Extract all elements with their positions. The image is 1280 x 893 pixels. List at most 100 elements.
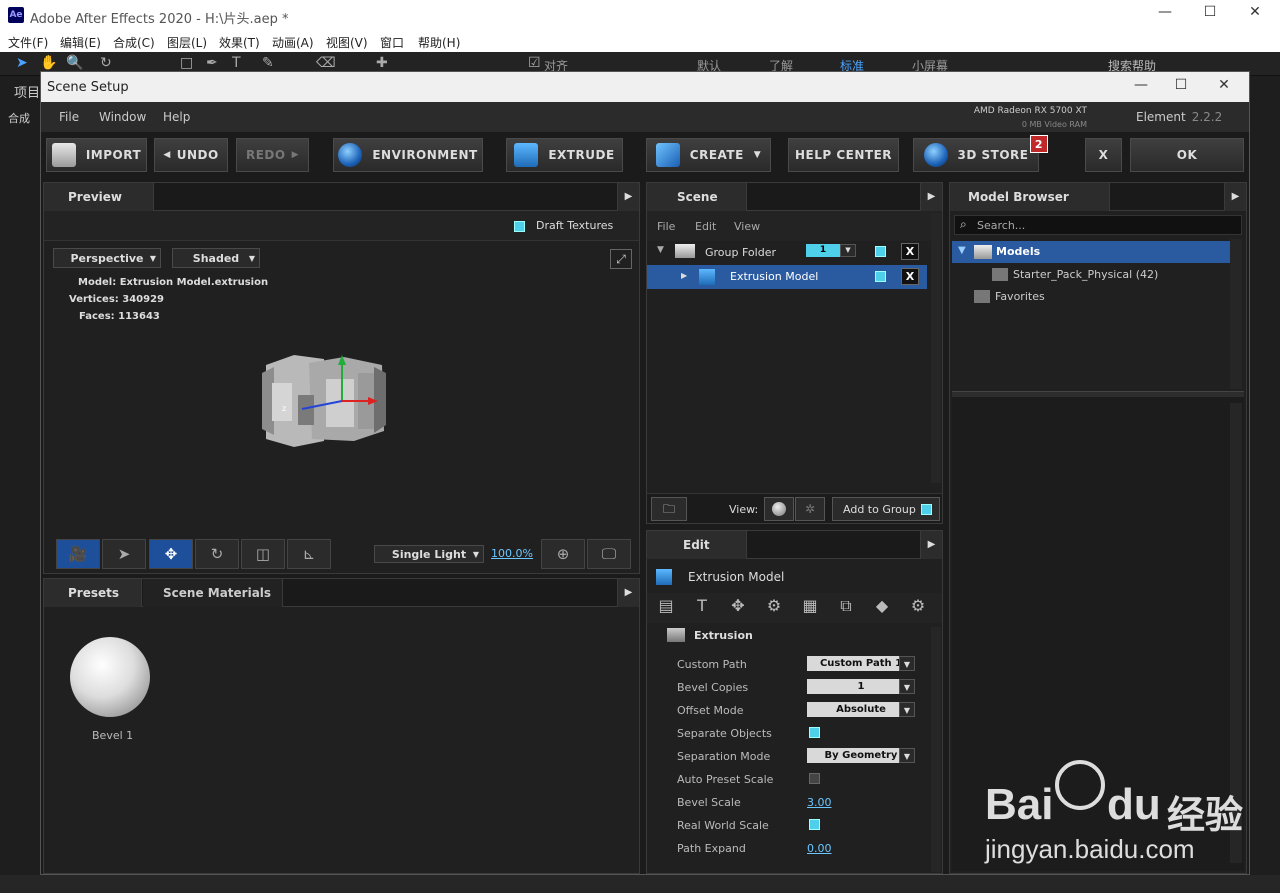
- redo-button[interactable]: REDO ▶: [236, 138, 309, 172]
- help-center-button[interactable]: HELP CENTER: [788, 138, 899, 172]
- dialog-menu-help[interactable]: Help: [163, 110, 190, 124]
- scene-panel-menu-icon[interactable]: ▶: [920, 183, 942, 211]
- model-search-input[interactable]: Search...: [977, 219, 1025, 232]
- camera-tool-icon[interactable]: 🎥: [56, 539, 100, 569]
- real-world-scale-checkbox[interactable]: [809, 819, 820, 830]
- zoom-value[interactable]: 100.0%: [491, 547, 533, 560]
- cancel-button[interactable]: X: [1085, 138, 1122, 172]
- ae-menu-effect[interactable]: 效果(T): [219, 34, 260, 51]
- tab-scene[interactable]: Scene: [647, 183, 747, 211]
- new-folder-icon[interactable]: 🗀: [651, 497, 687, 521]
- auto-preset-scale-checkbox[interactable]: [809, 773, 820, 784]
- group-delete-button[interactable]: X: [901, 243, 919, 260]
- screen-icon[interactable]: 🖵: [587, 539, 631, 569]
- expand-arrow-icon[interactable]: ▶: [681, 271, 687, 280]
- tab-scene-materials[interactable]: Scene Materials: [143, 579, 283, 607]
- rotate-tool-icon[interactable]: ↻: [195, 539, 239, 569]
- extrusion-section-header[interactable]: Extrusion: [647, 623, 927, 649]
- create-button[interactable]: CREATE ▼: [646, 138, 771, 172]
- selection-tool-icon[interactable]: ➤: [16, 55, 28, 71]
- light-mode-select[interactable]: Single Light ▼: [374, 545, 484, 563]
- pen-tool-icon[interactable]: ✒: [206, 55, 218, 71]
- dialog-menu-window[interactable]: Window: [99, 110, 146, 124]
- undo-button[interactable]: ◀ UNDO: [154, 138, 228, 172]
- scene-menu-edit[interactable]: Edit: [695, 220, 716, 233]
- close-icon[interactable]: ✕: [1240, 4, 1270, 20]
- edit-scrollbar[interactable]: [931, 627, 941, 872]
- chevron-down-icon[interactable]: ▼: [899, 702, 915, 717]
- target-icon[interactable]: ⊕: [541, 539, 585, 569]
- model-visible-checkbox[interactable]: [875, 271, 886, 282]
- snap-checkbox-icon[interactable]: ☑: [528, 55, 541, 71]
- rectangle-tool-icon[interactable]: □: [180, 55, 193, 71]
- collapse-arrow-icon[interactable]: ▼: [657, 245, 664, 255]
- settings-category-icon[interactable]: ⚙: [907, 595, 929, 617]
- scene-row-group-folder[interactable]: ▼ Group Folder 1 ▼ X: [647, 241, 927, 264]
- collapse-arrow-icon[interactable]: ▼: [958, 245, 966, 256]
- maximize-view-icon[interactable]: ⤢: [610, 249, 632, 269]
- model-delete-button[interactable]: X: [901, 268, 919, 285]
- ae-menu-view[interactable]: 视图(V): [326, 34, 368, 51]
- add-to-group-button[interactable]: Add to Group: [832, 497, 940, 521]
- rotate-tool-icon[interactable]: ↻: [100, 55, 112, 71]
- minimize-icon[interactable]: —: [1150, 4, 1180, 20]
- extrusion-category-icon[interactable]: ▤: [655, 595, 677, 617]
- tree-item-favorites[interactable]: Favorites: [972, 287, 1212, 307]
- 3d-model-viewport[interactable]: z: [254, 343, 394, 463]
- extrude-button[interactable]: EXTRUDE: [506, 138, 623, 172]
- edit-panel-menu-icon[interactable]: ▶: [920, 531, 942, 559]
- shading-select[interactable]: Shaded ▼: [172, 248, 260, 268]
- eraser-tool-icon[interactable]: ⌫: [316, 55, 336, 71]
- model-search-field[interactable]: ⌕ Search...: [954, 215, 1242, 235]
- hand-tool-icon[interactable]: ✋: [40, 55, 57, 71]
- scale-tool-icon[interactable]: ◫: [241, 539, 285, 569]
- scene-scrollbar[interactable]: [931, 213, 941, 483]
- add-to-group-checkbox[interactable]: [921, 504, 932, 515]
- draft-textures-checkbox[interactable]: [514, 221, 525, 232]
- import-button[interactable]: IMPORT: [46, 138, 147, 172]
- view-wire-icon[interactable]: ✲: [795, 497, 825, 521]
- chevron-down-icon[interactable]: ▼: [899, 748, 915, 763]
- model-browser-menu-icon[interactable]: ▶: [1224, 183, 1246, 211]
- select-tool-icon[interactable]: ➤: [102, 539, 146, 569]
- tab-edit[interactable]: Edit: [647, 531, 747, 559]
- tree-item-models[interactable]: ▼ Models: [952, 241, 1230, 263]
- path-expand-value[interactable]: 0.00: [807, 842, 832, 855]
- brush-tool-icon[interactable]: ✎: [262, 55, 274, 71]
- preview-panel-menu-icon[interactable]: ▶: [617, 183, 639, 211]
- material-category-icon[interactable]: ▦: [799, 595, 821, 617]
- move-tool-icon[interactable]: ✥: [149, 539, 193, 569]
- zoom-tool-icon[interactable]: 🔍: [66, 55, 83, 71]
- transform-category-icon[interactable]: ✥: [727, 595, 749, 617]
- presets-panel-menu-icon[interactable]: ▶: [617, 579, 639, 607]
- material-preset-sphere[interactable]: [70, 637, 150, 717]
- axis-tool-icon[interactable]: ⊾: [287, 539, 331, 569]
- ae-menu-layer[interactable]: 图层(L): [167, 34, 207, 51]
- dialog-close-icon[interactable]: ✕: [1209, 77, 1239, 93]
- camera-mode-select[interactable]: Perspective ▼: [53, 248, 161, 268]
- tab-presets[interactable]: Presets: [44, 579, 142, 607]
- tab-preview[interactable]: Preview: [44, 183, 154, 211]
- pin-tool-icon[interactable]: ✚: [376, 55, 388, 71]
- ae-menu-edit[interactable]: 编辑(E): [60, 34, 101, 51]
- ae-menu-animation[interactable]: 动画(A): [272, 34, 314, 51]
- scene-row-extrusion-model[interactable]: ▶ Extrusion Model X: [647, 265, 927, 289]
- chevron-down-icon[interactable]: ▼: [899, 656, 915, 671]
- environment-button[interactable]: ENVIRONMENT: [333, 138, 483, 172]
- view-sphere-icon[interactable]: [764, 497, 794, 521]
- scene-menu-file[interactable]: File: [657, 220, 675, 233]
- text-tool-icon[interactable]: T: [232, 55, 241, 71]
- render-category-icon[interactable]: ◆: [871, 595, 893, 617]
- bevel-scale-value[interactable]: 3.00: [807, 796, 832, 809]
- maximize-icon[interactable]: ☐: [1195, 4, 1225, 20]
- chevron-down-icon[interactable]: ▼: [899, 679, 915, 694]
- ok-button[interactable]: OK: [1130, 138, 1244, 172]
- separate-objects-checkbox[interactable]: [809, 727, 820, 738]
- ae-menu-help[interactable]: 帮助(H): [418, 34, 460, 51]
- model-tree-scrollbar[interactable]: [1230, 239, 1242, 389]
- dialog-menu-file[interactable]: File: [59, 110, 79, 124]
- scene-menu-view[interactable]: View: [734, 220, 760, 233]
- tab-model-browser[interactable]: Model Browser: [950, 183, 1110, 211]
- group-number[interactable]: 1: [806, 244, 840, 257]
- dialog-maximize-icon[interactable]: ☐: [1166, 77, 1196, 93]
